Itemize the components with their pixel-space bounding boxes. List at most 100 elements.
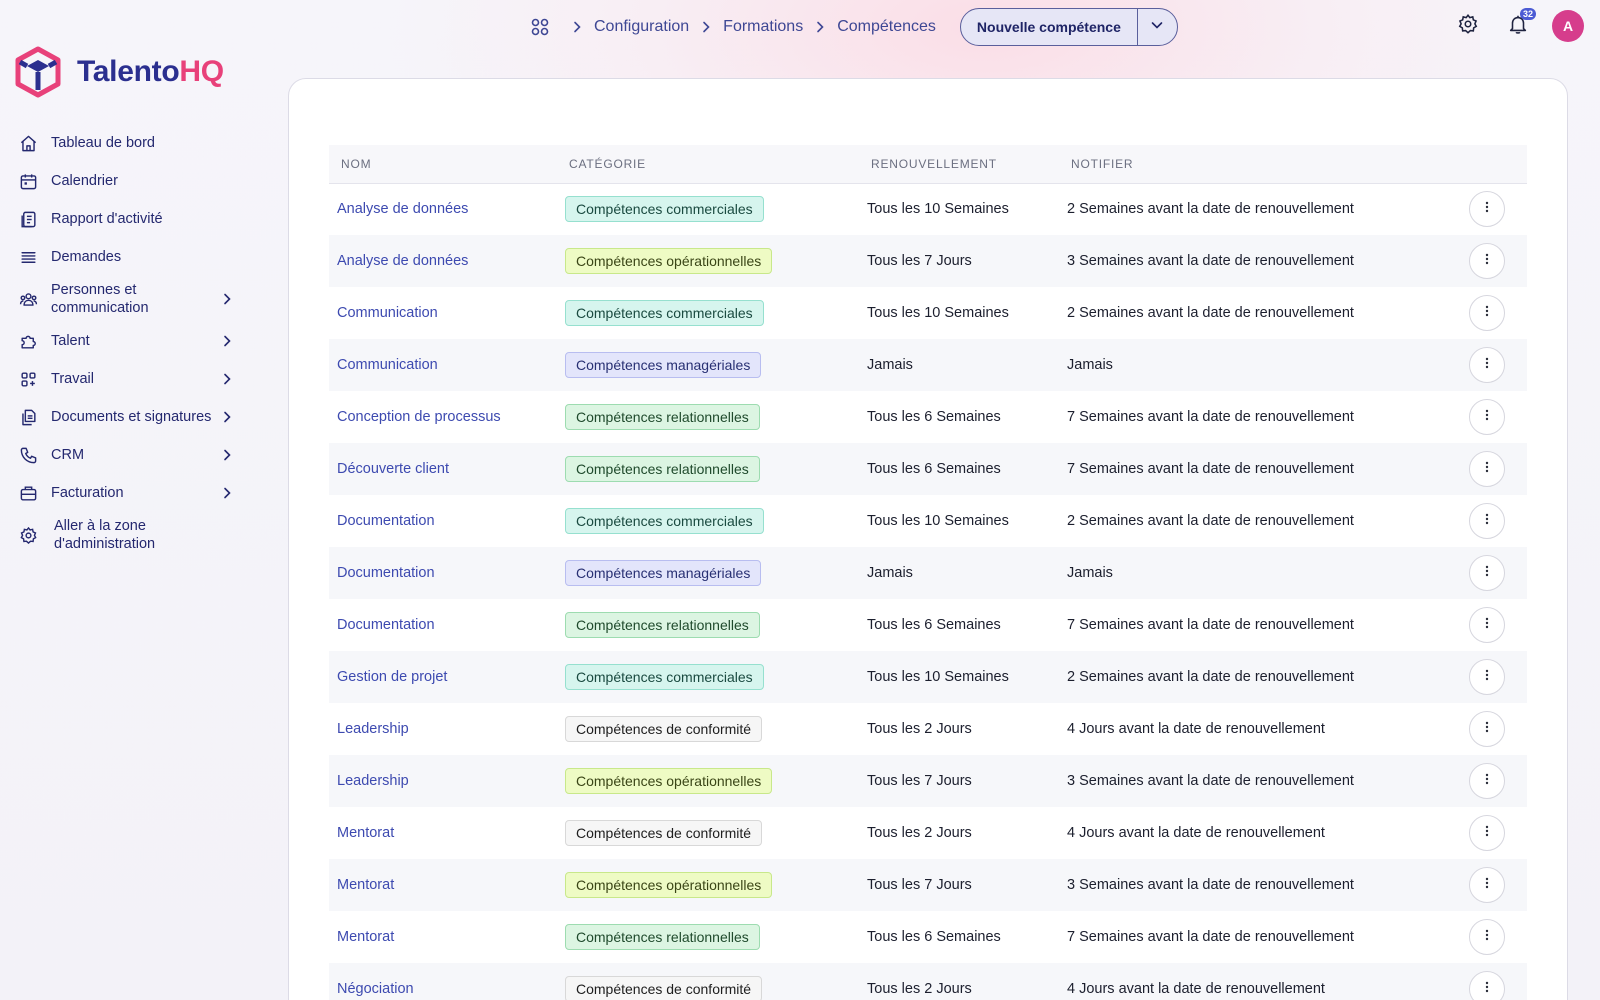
column-header-notify[interactable]: NOTIFIER [1067,145,1447,183]
competence-name-link[interactable]: Documentation [337,513,435,529]
table-row[interactable]: Leadership Compétences de conformité Tous … [329,703,1527,755]
gear-icon [18,525,38,545]
cell-name: Découverte client [329,443,565,495]
row-actions-button[interactable] [1469,711,1505,747]
table-row[interactable]: Communication Compétences managériales Jam… [329,339,1527,391]
column-header-category[interactable]: CATÉGORIE [565,145,867,183]
row-actions-button[interactable] [1469,815,1505,851]
settings-button[interactable] [1452,10,1484,42]
cell-renewal: Jamais [867,565,913,581]
table-row[interactable]: Documentation Compétences managériales Jam… [329,547,1527,599]
sidebar-item-facturation[interactable]: Facturation [14,474,246,512]
row-actions-button[interactable] [1469,555,1505,591]
table-row[interactable]: Découverte client Compétences relationnel… [329,443,1527,495]
more-vertical-icon [1480,512,1494,530]
table-row[interactable]: Mentorat Compétences relationnelles Tous l… [329,911,1527,963]
competence-name-link[interactable]: Gestion de projet [337,669,447,685]
table-row[interactable]: Mentorat Compétences de conformité Tous le… [329,807,1527,859]
row-actions-button[interactable] [1469,243,1505,279]
competence-name-link[interactable]: Mentorat [337,825,394,841]
row-actions-button[interactable] [1469,867,1505,903]
table-row[interactable]: Documentation Compétences commerciales Tou… [329,495,1527,547]
breadcrumb: Configuration Formations Compétences Nou… [530,8,1178,46]
cell-name: Leadership [329,755,565,807]
competence-name-link[interactable]: Conception de processus [337,409,501,425]
cell-name: Documentation [329,599,565,651]
new-competence-dropdown[interactable] [1136,9,1177,45]
category-badge: Compétences opérationnelles [565,768,773,794]
competence-name-link[interactable]: Négociation [337,981,414,997]
competence-name-link[interactable]: Documentation [337,617,435,633]
competence-name-link[interactable]: Découverte client [337,461,449,477]
notifications-button[interactable]: 32 [1502,8,1536,42]
competence-name-link[interactable]: Communication [337,305,438,321]
cell-name: Documentation [329,547,565,599]
table-row[interactable]: Gestion de projet Compétences commerciale… [329,651,1527,703]
table-row[interactable]: Conception de processus Compétences relat… [329,391,1527,443]
competence-name-link[interactable]: Mentorat [337,877,394,893]
category-badge: Compétences opérationnelles [565,248,773,274]
row-actions-button[interactable] [1469,399,1505,435]
row-actions-button[interactable] [1469,919,1505,955]
row-actions-button[interactable] [1469,659,1505,695]
row-actions-button[interactable] [1469,295,1505,331]
grid-icon[interactable] [530,17,550,37]
cell-notify: 7 Semaines avant la date de renouvelleme… [1067,929,1354,945]
table-row[interactable]: Documentation Compétences relationnelles T… [329,599,1527,651]
row-actions-button[interactable] [1469,451,1505,487]
table-row[interactable]: Négociation Compétences de conformité Tous… [329,963,1527,1000]
more-vertical-icon [1480,252,1494,270]
sidebar-item-tableau-de-bord[interactable]: Tableau de bord [14,124,246,162]
documents-icon [18,407,38,427]
sidebar: TalentoHQ Tableau de bord Calendrier Rap… [0,0,260,1000]
category-badge: Compétences relationnelles [565,456,760,482]
competence-name-link[interactable]: Leadership [337,773,409,789]
more-vertical-icon [1480,356,1494,374]
sidebar-item-crm[interactable]: CRM [14,436,246,474]
row-actions-button[interactable] [1469,971,1505,1000]
row-actions-button[interactable] [1469,763,1505,799]
competence-name-link[interactable]: Mentorat [337,929,394,945]
table-row[interactable]: Analyse de données Compétences opérationn… [329,235,1527,287]
competence-name-link[interactable]: Analyse de données [337,253,468,269]
sidebar-item-rapport-activite[interactable]: Rapport d'activité [14,200,246,238]
sidebar-item-personnes-communication[interactable]: Personnes et communication [14,276,246,322]
competence-name-link[interactable]: Documentation [337,565,435,581]
cell-actions [1447,183,1527,235]
breadcrumb-formations[interactable]: Formations [723,18,803,36]
table-row[interactable]: Communication Compétences commerciales Tou… [329,287,1527,339]
cell-category: Compétences commerciales [565,183,867,235]
cell-actions [1447,963,1527,1000]
column-header-name[interactable]: NOM [329,145,565,183]
user-avatar[interactable]: A [1552,10,1584,42]
sidebar-item-calendrier[interactable]: Calendrier [14,162,246,200]
cell-renewal: Tous les 10 Semaines [867,669,1009,685]
new-competence-button[interactable]: Nouvelle compétence [961,9,1137,45]
row-actions-button[interactable] [1469,607,1505,643]
table-row[interactable]: Leadership Compétences opérationnelles Tou… [329,755,1527,807]
breadcrumb-competences[interactable]: Compétences [837,18,936,36]
cell-category: Compétences managériales [565,547,867,599]
cell-category: Compétences opérationnelles [565,235,867,287]
row-actions-button[interactable] [1469,191,1505,228]
competence-name-link[interactable]: Leadership [337,721,409,737]
sidebar-item-documents-signatures[interactable]: Documents et signatures [14,398,246,436]
competence-name-link[interactable]: Analyse de données [337,201,468,217]
sidebar-item-travail[interactable]: Travail [14,360,246,398]
breadcrumb-configuration[interactable]: Configuration [594,18,689,36]
row-actions-button[interactable] [1469,347,1505,383]
table-row[interactable]: Mentorat Compétences opérationnelles Tous … [329,859,1527,911]
column-header-renewal[interactable]: RENOUVELLEMENT [867,145,1067,183]
more-vertical-icon [1480,460,1494,478]
more-vertical-icon [1480,824,1494,842]
sidebar-item-admin-zone[interactable]: Aller à la zone d'administration [14,512,246,558]
brand-logo[interactable]: TalentoHQ [14,46,224,98]
competence-name-link[interactable]: Communication [337,357,438,373]
cell-name: Leadership [329,703,565,755]
sidebar-item-talent[interactable]: Talent [14,322,246,360]
row-actions-button[interactable] [1469,503,1505,539]
cell-notify: Jamais [1067,565,1113,581]
sidebar-item-demandes[interactable]: Demandes [14,238,246,276]
table-row[interactable]: Analyse de données Compétences commercial… [329,183,1527,235]
cell-notify: 3 Semaines avant la date de renouvelleme… [1067,877,1354,893]
